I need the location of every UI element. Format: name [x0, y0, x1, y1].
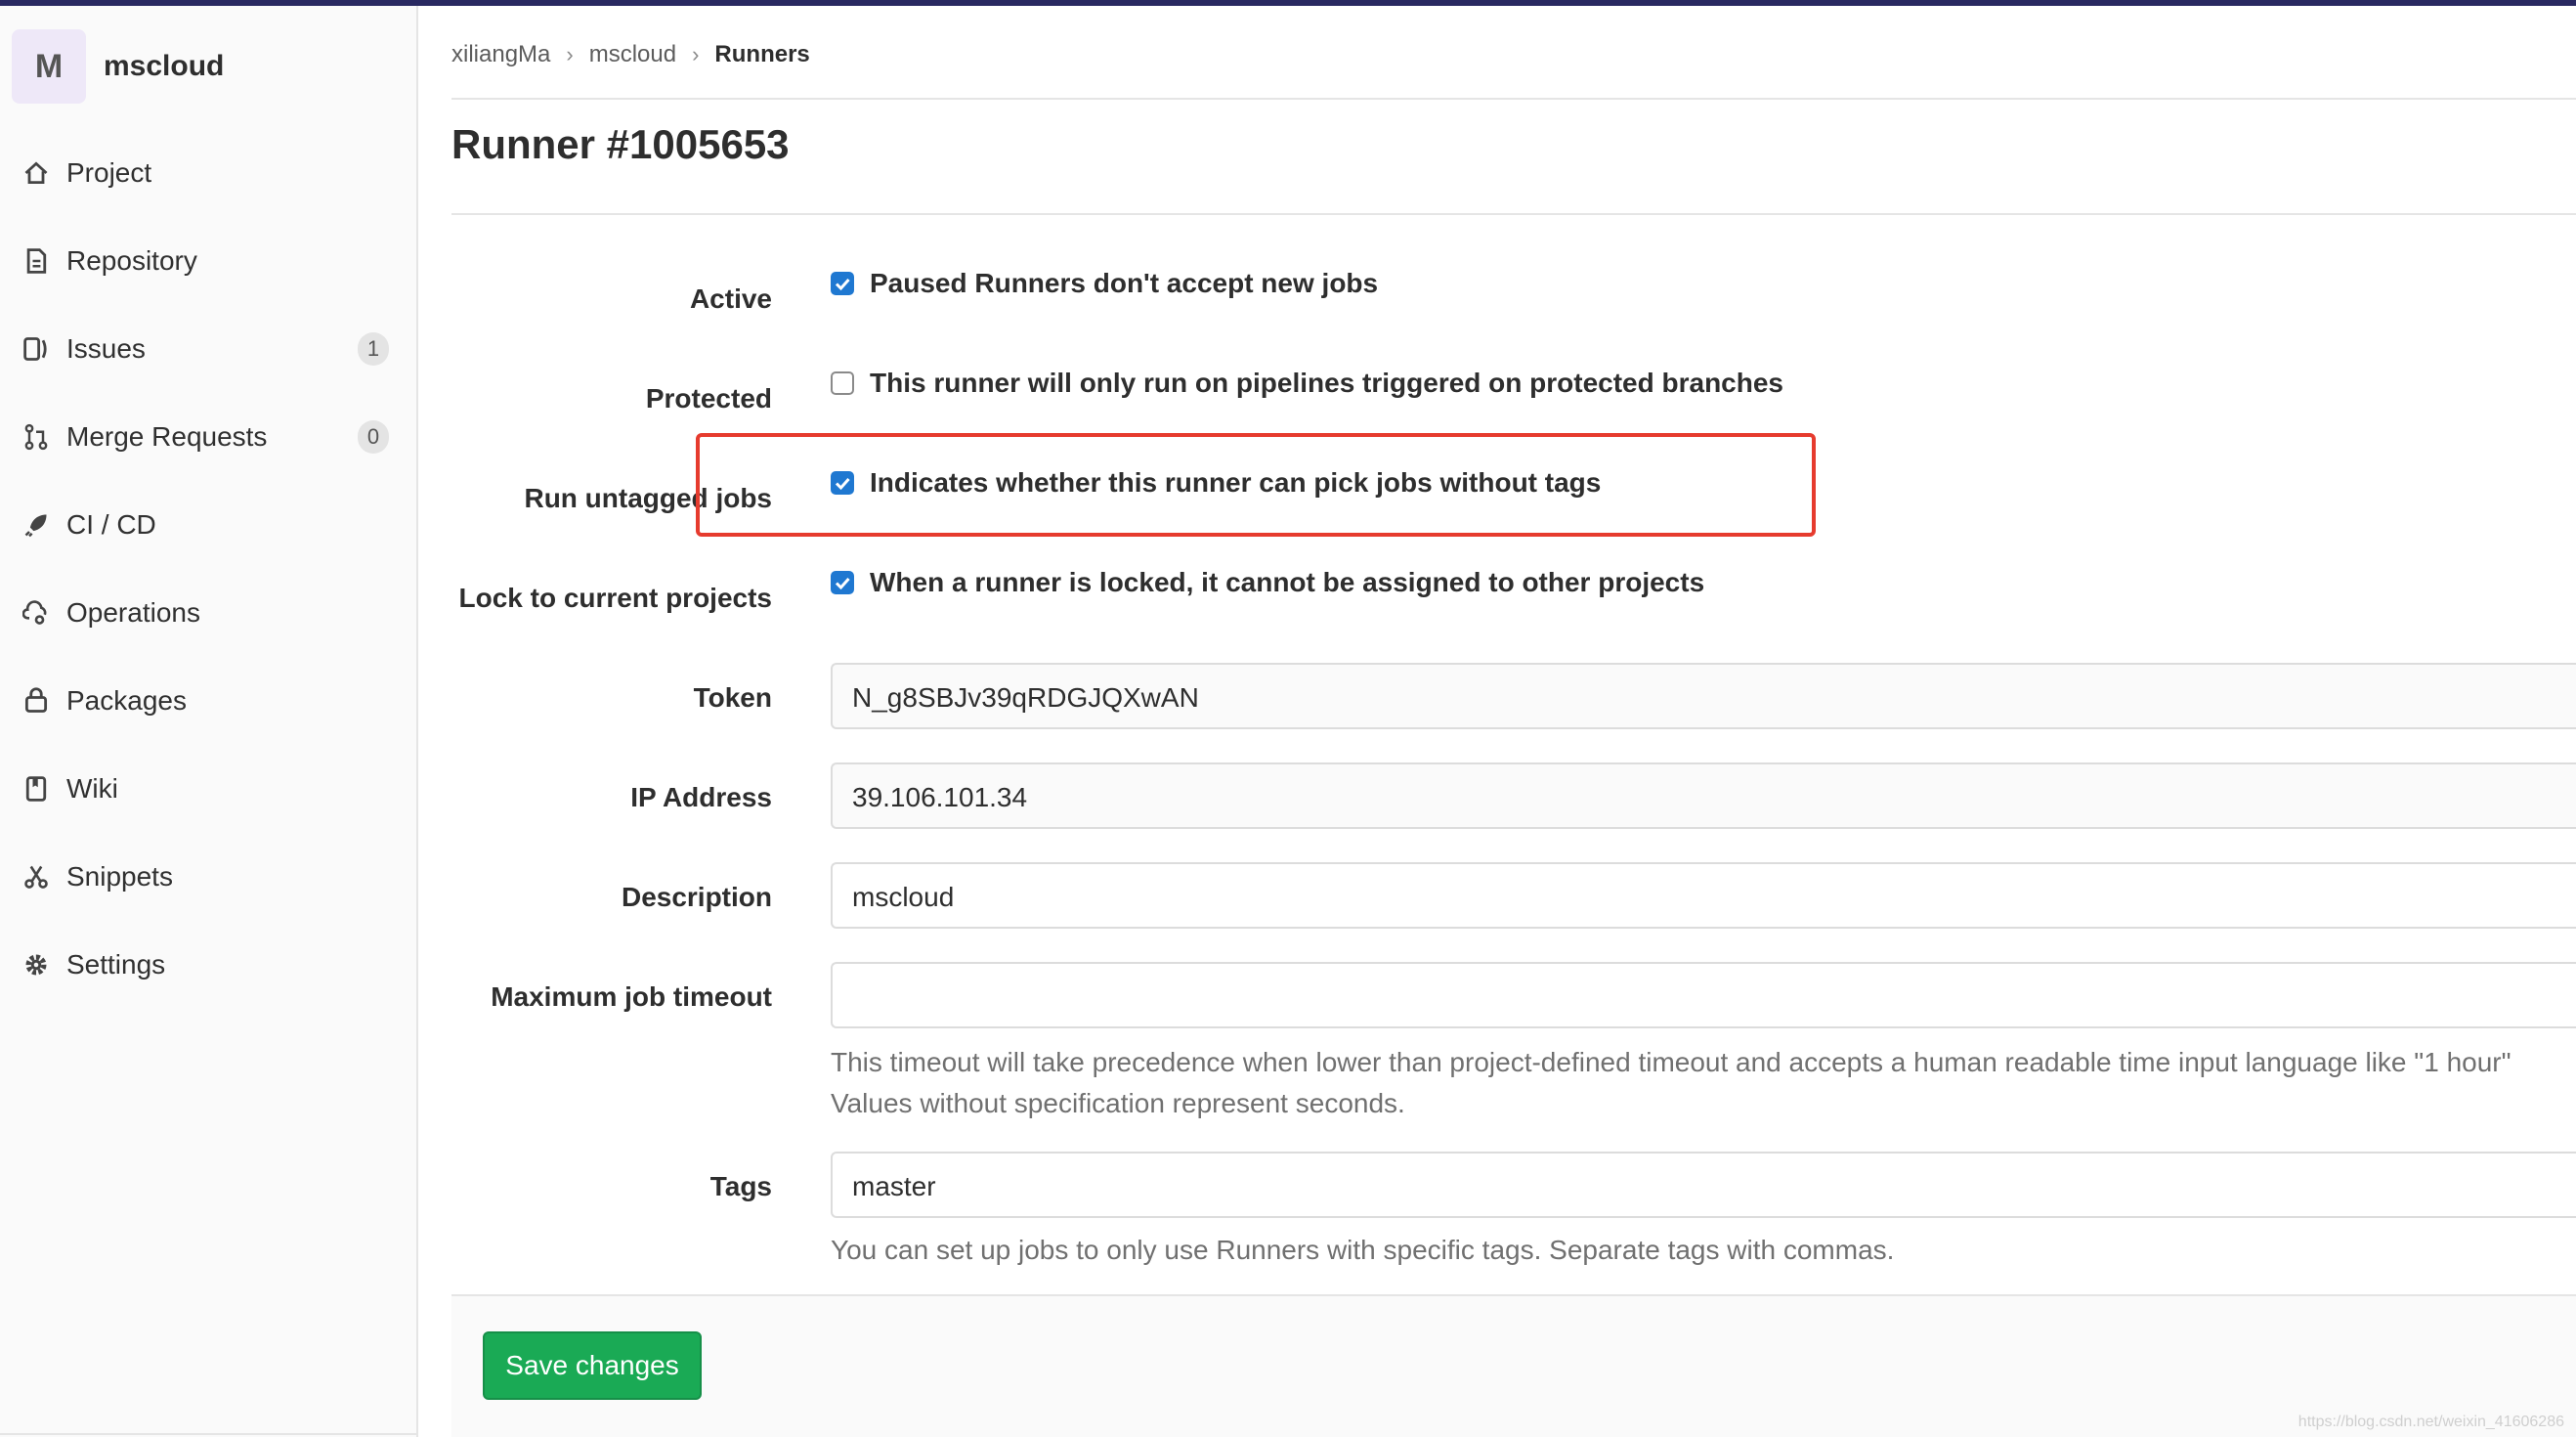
lock-checkbox-text: When a runner is locked, it cannot be as… [870, 567, 1705, 597]
project-header[interactable]: M mscloud [12, 27, 224, 106]
checkmark-icon [835, 279, 850, 291]
ip-address-field[interactable]: 39.106.101.34 [831, 762, 2576, 829]
main-content: xiliangMa › mscloud › Runners Runner #10… [451, 6, 2576, 1437]
token-label: Token [693, 682, 772, 713]
project-avatar[interactable]: M [12, 29, 86, 104]
merge-requests-count-badge: 0 [358, 420, 389, 454]
sidebar-footer-divider [0, 1433, 418, 1437]
description-value: mscloud [852, 882, 955, 912]
sidebar-item-label: Settings [66, 949, 166, 980]
tags-input[interactable]: master [831, 1152, 2576, 1218]
sidebar-item-label: Operations [66, 597, 200, 628]
token-field[interactable]: N_g8SBJv39qRDGJQXwAN [831, 663, 2576, 729]
doc-icon [21, 246, 51, 276]
description-label: Description [621, 882, 772, 912]
sidebar-item-label: Repository [66, 245, 197, 276]
book-icon [21, 774, 51, 804]
cloud-gear-icon [21, 598, 51, 628]
breadcrumb-item-project[interactable]: mscloud [589, 41, 676, 68]
sidebar-item-label: Wiki [66, 773, 118, 804]
sidebar-item-operations[interactable]: Operations [0, 569, 418, 657]
annotation-highlight-box [696, 433, 1816, 537]
protected-checkbox[interactable] [831, 371, 854, 395]
description-input[interactable]: mscloud [831, 862, 2576, 929]
sidebar-item-wiki[interactable]: Wiki [0, 745, 418, 833]
sidebar-nav: Project Repository Issues 1 Merge Reques… [0, 129, 418, 1009]
sidebar-item-label: Snippets [66, 861, 173, 892]
sidebar-item-repository[interactable]: Repository [0, 217, 418, 305]
title-divider [451, 213, 2576, 215]
merge-icon [21, 422, 51, 452]
package-icon [21, 686, 51, 716]
watermark: https://blog.csdn.net/weixin_41606286 [2297, 1414, 2564, 1430]
sidebar-item-label: CI / CD [66, 509, 156, 540]
breadcrumb-separator: › [692, 42, 700, 66]
sidebar: M mscloud Project Repository Issues 1 Me… [0, 6, 418, 1437]
project-name[interactable]: mscloud [104, 50, 224, 83]
token-value: N_g8SBJv39qRDGJQXwAN [852, 682, 1199, 713]
max-timeout-label: Maximum job timeout [491, 981, 772, 1012]
ip-address-label: IP Address [630, 782, 772, 812]
sidebar-item-snippets[interactable]: Snippets [0, 833, 418, 921]
sidebar-item-packages[interactable]: Packages [0, 657, 418, 745]
rocket-icon [21, 510, 51, 540]
protected-checkbox-text: This runner will only run on pipelines t… [870, 368, 1784, 398]
breadcrumb: xiliangMa › mscloud › Runners [451, 35, 810, 74]
lock-label: Lock to current projects [458, 583, 772, 613]
breadcrumb-divider [451, 98, 2576, 100]
sidebar-item-label: Merge Requests [66, 421, 268, 452]
max-timeout-input[interactable] [831, 962, 2576, 1028]
protected-label: Protected [645, 383, 772, 414]
max-timeout-help-line2: Values without specification represent s… [831, 1088, 1405, 1118]
active-checkbox-text: Paused Runners don't accept new jobs [870, 268, 1379, 298]
scissors-icon [21, 862, 51, 892]
sidebar-item-ci-cd[interactable]: CI / CD [0, 481, 418, 569]
issues-count-badge: 1 [358, 332, 389, 366]
sidebar-item-label: Packages [66, 685, 187, 716]
sidebar-item-label: Issues [66, 333, 146, 364]
checkmark-icon [835, 578, 850, 590]
page-title: Runner #1005653 [451, 121, 790, 167]
sidebar-item-project[interactable]: Project [0, 129, 418, 217]
tags-label: Tags [709, 1171, 772, 1201]
sidebar-item-merge-requests[interactable]: Merge Requests 0 [0, 393, 418, 481]
max-timeout-help-line1: This timeout will take precedence when l… [831, 1047, 2512, 1077]
tags-value: master [852, 1171, 936, 1201]
breadcrumb-item-user[interactable]: xiliangMa [451, 41, 550, 68]
sidebar-item-issues[interactable]: Issues 1 [0, 305, 418, 393]
issues-icon [21, 334, 51, 364]
gear-icon [21, 950, 51, 980]
ip-address-value: 39.106.101.34 [852, 782, 1028, 812]
sidebar-item-label: Project [66, 157, 152, 188]
active-checkbox[interactable] [831, 272, 854, 295]
tags-help: You can set up jobs to only use Runners … [831, 1235, 1895, 1265]
save-changes-button[interactable]: Save changes [483, 1331, 702, 1400]
breadcrumb-separator: › [566, 42, 574, 66]
active-label: Active [689, 283, 772, 314]
lock-checkbox[interactable] [831, 571, 854, 594]
home-icon [21, 158, 51, 188]
form-actions: Save changes [451, 1294, 2576, 1437]
sidebar-item-settings[interactable]: Settings [0, 921, 418, 1009]
breadcrumb-item-runners[interactable]: Runners [714, 41, 809, 68]
